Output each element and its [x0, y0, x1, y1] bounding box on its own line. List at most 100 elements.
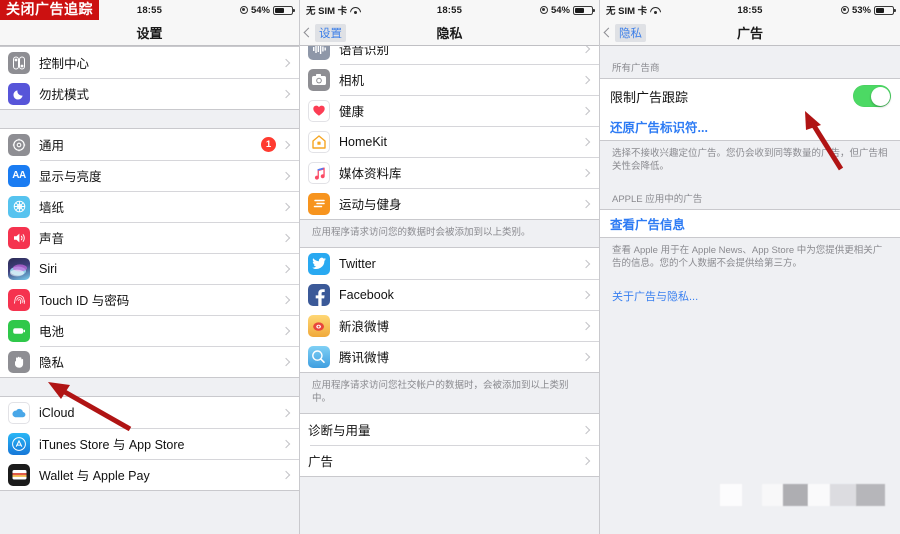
chevron-right-icon	[281, 470, 291, 479]
sidebar-item-label: Wallet 与 Apple Pay	[39, 469, 150, 483]
page-title-1: 设置	[136, 26, 163, 41]
sina-weibo-icon	[308, 314, 330, 337]
sidebar-item-wallpaper[interactable]: 墙纸	[0, 191, 299, 222]
sidebar-item-privacy[interactable]: 隐私	[0, 346, 299, 377]
chevron-right-icon	[281, 357, 291, 366]
chevron-right-icon	[581, 259, 591, 268]
sidebar-item-label: 隐私	[39, 356, 65, 370]
sidebar-item-display-brightness[interactable]: AA 显示与亮度	[0, 160, 299, 191]
battery-icon-2	[573, 5, 595, 15]
sidebar-item-label: 勿扰模式	[39, 88, 90, 102]
list-item-homekit[interactable]: HomeKit	[300, 126, 599, 157]
do-not-disturb-icon	[8, 82, 30, 105]
settings-group-2: 通用 1 AA 显示与亮度 墙纸 声音 Siri Touch ID 与密码 电池…	[0, 128, 299, 378]
list-item-twitter[interactable]: Twitter	[300, 248, 599, 279]
reset-advertising-identifier-row[interactable]: 还原广告标识符...	[600, 113, 900, 140]
sidebar-item-label: 声音	[39, 232, 65, 246]
chevron-right-icon	[581, 46, 591, 53]
advertising-footnote-1: 选择不接收兴趣定位广告。您仍会收到同等数量的广告，但广告相关性会降低。	[600, 141, 900, 181]
list-item-tencent-weibo[interactable]: 腾讯微博	[300, 341, 599, 372]
list-item-label: 媒体资料库	[339, 167, 402, 181]
privacy-group-categories: 语音识别 相机 健康 HomeKit 媒体资料库 运动与健身	[300, 46, 599, 220]
section-header-apple-ads: APPLE 应用中的广告	[600, 181, 900, 209]
sidebar-item-label: 电池	[39, 325, 65, 339]
sidebar-item-touch-id[interactable]: Touch ID 与密码	[0, 284, 299, 315]
siri-icon	[8, 257, 30, 280]
media-library-icon	[308, 161, 330, 184]
chevron-right-icon	[581, 168, 591, 177]
chevron-right-icon	[281, 140, 291, 149]
chevron-right-icon	[581, 199, 591, 208]
nav-bar-2: 设置 隐私	[300, 20, 599, 46]
notification-badge: 1	[261, 137, 276, 152]
list-spacer	[0, 110, 299, 128]
list-item-health[interactable]: 健康	[300, 95, 599, 126]
location-icon	[239, 6, 248, 14]
sidebar-item-control-center[interactable]: 控制中心	[0, 47, 299, 78]
list-item-label: HomeKit	[339, 134, 387, 149]
advertising-scroll[interactable]: 所有广告商 限制广告跟踪 还原广告标识符... 选择不接收兴趣定位广告。您仍会收…	[600, 46, 900, 534]
list-item-label: 健康	[339, 105, 365, 119]
back-button-privacy[interactable]: 隐私	[600, 23, 646, 42]
privacy-group-social: Twitter Facebook 新浪微博 腾讯微博	[300, 247, 599, 373]
health-heart-icon	[308, 99, 330, 122]
settings-scroll[interactable]: 控制中心 勿扰模式 通用 1 AA 显示与亮度 墙纸 声音 Siri Touch…	[0, 46, 299, 534]
list-item-diagnostics-usage[interactable]: 诊断与用量	[300, 414, 599, 445]
list-item-speech-recognition[interactable]: 语音识别	[300, 46, 599, 64]
limit-ad-tracking-toggle[interactable]	[853, 85, 891, 107]
control-center-icon	[8, 51, 30, 74]
chevron-right-icon	[281, 439, 291, 448]
list-item-label: Twitter	[339, 256, 376, 271]
privacy-group-diagnostics: 诊断与用量 广告	[300, 413, 599, 477]
status-right-2: 54%	[539, 5, 595, 16]
list-item-camera[interactable]: 相机	[300, 64, 599, 95]
back-button-settings[interactable]: 设置	[300, 23, 346, 42]
list-item-label: 相机	[339, 74, 365, 88]
about-ads-privacy-link[interactable]: 关于广告与隐私...	[600, 278, 900, 314]
chevron-right-icon	[281, 264, 291, 273]
chevron-right-icon	[281, 58, 291, 67]
list-item-motion-fitness[interactable]: 运动与健身	[300, 188, 599, 219]
sidebar-item-battery[interactable]: 电池	[0, 315, 299, 346]
view-ad-information-row[interactable]: 查看广告信息	[600, 210, 900, 237]
sidebar-item-sounds[interactable]: 声音	[0, 222, 299, 253]
status-bar-2: 无 SIM 卡 18:55 54%	[300, 0, 599, 20]
chevron-right-icon	[581, 321, 591, 330]
chevron-right-icon	[281, 89, 291, 98]
sidebar-item-siri[interactable]: Siri	[0, 253, 299, 284]
list-item-label: 语音识别	[339, 46, 390, 57]
sidebar-item-label: 显示与亮度	[39, 170, 102, 184]
list-item-sina-weibo[interactable]: 新浪微博	[300, 310, 599, 341]
list-item-advertising[interactable]: 广告	[300, 445, 599, 476]
toggle-knob	[870, 86, 890, 106]
wallpaper-icon	[8, 195, 30, 218]
nav-bar-3: 隐私 广告	[600, 20, 900, 46]
panel-settings: 18:55 54% 关闭广告追踪 设置 控制中心 勿扰模式 通用 1 AA 显示…	[0, 0, 300, 534]
facebook-icon	[308, 283, 330, 306]
list-item-media-library[interactable]: 媒体资料库	[300, 157, 599, 188]
sidebar-item-general[interactable]: 通用 1	[0, 129, 299, 160]
twitter-icon	[308, 252, 330, 275]
list-item-label: 新浪微博	[339, 320, 390, 334]
limit-ad-tracking-label: 限制广告跟踪	[610, 89, 689, 105]
nav-bar-1: 设置	[0, 20, 299, 46]
privacy-scroll[interactable]: 语音识别 相机 健康 HomeKit 媒体资料库 运动与健身 应用程序请求访问您…	[300, 46, 599, 534]
list-spacer	[0, 378, 299, 396]
chevron-right-icon	[581, 456, 591, 465]
chevron-right-icon	[281, 202, 291, 211]
privacy-hand-icon	[8, 350, 30, 373]
sidebar-item-do-not-disturb[interactable]: 勿扰模式	[0, 78, 299, 109]
sidebar-item-itunes-app-store[interactable]: iTunes Store 与 App Store	[0, 428, 299, 459]
back-button-label: 隐私	[615, 23, 646, 42]
chevron-right-icon	[281, 171, 291, 180]
limit-ad-tracking-row[interactable]: 限制广告跟踪	[600, 79, 900, 113]
section-header-all-advertisers: 所有广告商	[600, 46, 900, 78]
display-brightness-icon: AA	[8, 164, 30, 187]
location-icon	[840, 6, 849, 14]
list-item-facebook[interactable]: Facebook	[300, 279, 599, 310]
advertising-group-1: 限制广告跟踪 还原广告标识符...	[600, 78, 900, 141]
chevron-right-icon	[581, 290, 591, 299]
sidebar-item-label: Touch ID 与密码	[39, 294, 130, 308]
sidebar-item-icloud[interactable]: iCloud	[0, 397, 299, 428]
sidebar-item-wallet-apple-pay[interactable]: Wallet 与 Apple Pay	[0, 459, 299, 490]
